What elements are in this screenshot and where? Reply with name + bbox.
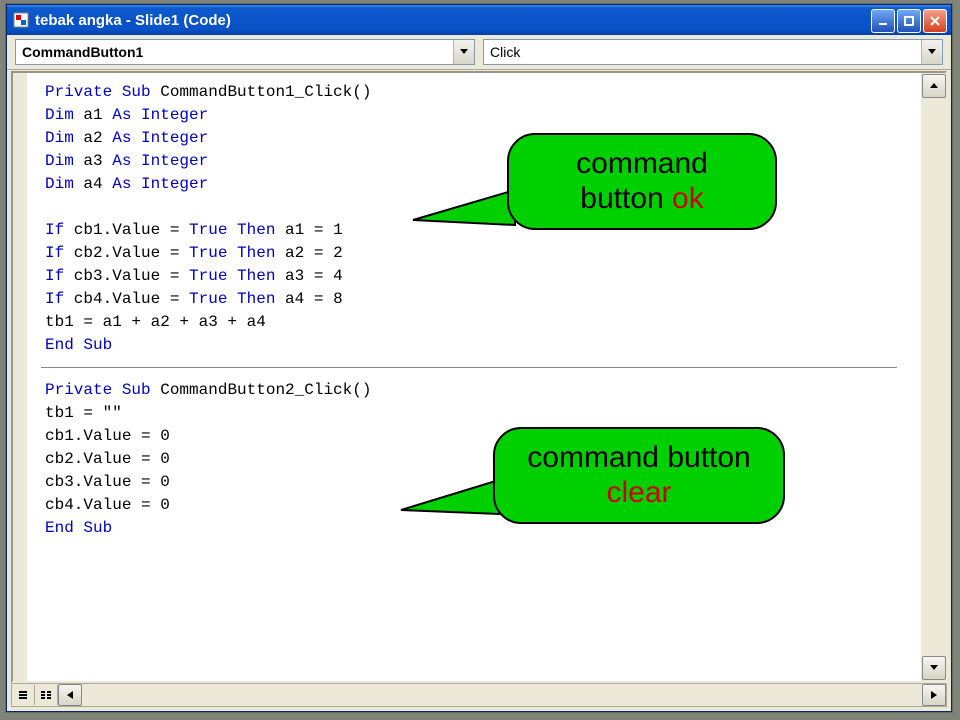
code-line: Dim a2 As Integer (45, 127, 911, 150)
chevron-down-icon[interactable] (921, 40, 942, 64)
code-line: End Sub (45, 334, 911, 357)
code-area-wrap: Private Sub CommandButton1_Click() Dim a… (11, 71, 947, 683)
minimize-button[interactable] (871, 9, 895, 33)
code-line: If cb4.Value = True Then a4 = 8 (45, 288, 911, 311)
code-line: Dim a1 As Integer (45, 104, 911, 127)
object-dropdown[interactable]: CommandButton1 (15, 39, 475, 65)
code-line: tb1 = a1 + a2 + a3 + a4 (45, 311, 911, 334)
window-title: tebak angka - Slide1 (Code) (35, 12, 231, 29)
code-line (45, 196, 911, 219)
bottom-bar (11, 683, 947, 707)
scroll-left-button[interactable] (58, 684, 82, 706)
callout-text: command button (527, 441, 750, 474)
vb-editor-window: tebak angka - Slide1 (Code) CommandButto… (6, 4, 952, 712)
close-button[interactable] (923, 9, 947, 33)
code-line: If cb3.Value = True Then a3 = 4 (45, 265, 911, 288)
full-module-view-button[interactable] (35, 685, 58, 705)
callout-clear: command button clear (493, 427, 785, 524)
titlebar[interactable]: tebak angka - Slide1 (Code) (7, 5, 951, 35)
code-line: Private Sub CommandButton1_Click() (45, 81, 911, 104)
callout-ok: command button ok (507, 133, 777, 230)
code-line: Dim a3 As Integer (45, 150, 911, 173)
code-line: tb1 = "" (45, 402, 371, 425)
code-line: End Sub (45, 517, 371, 540)
code-line: Dim a4 As Integer (45, 173, 911, 196)
code-line: cb1.Value = 0 (45, 425, 371, 448)
code-line: cb2.Value = 0 (45, 448, 371, 471)
scroll-down-button[interactable] (922, 656, 946, 680)
callout-highlight: ok (672, 182, 704, 215)
code-line: cb3.Value = 0 (45, 471, 371, 494)
code-line: If cb2.Value = True Then a2 = 2 (45, 242, 911, 265)
chevron-down-icon[interactable] (453, 40, 474, 64)
scroll-up-button[interactable] (922, 74, 946, 98)
code-line: cb4.Value = 0 (45, 494, 371, 517)
code-editor[interactable]: Private Sub CommandButton1_Click() Dim a… (27, 73, 921, 681)
object-dropdown-value: CommandButton1 (16, 40, 453, 64)
horizontal-scrollbar[interactable] (82, 685, 922, 705)
margin-indicator-bar (13, 73, 28, 681)
vertical-scrollbar[interactable] (920, 73, 945, 681)
code-line: Private Sub CommandButton2_Click() (45, 379, 371, 402)
procedure-view-button[interactable] (12, 685, 35, 705)
callout-highlight: clear (606, 476, 671, 509)
procedure-separator (41, 367, 897, 368)
event-dropdown[interactable]: Click (483, 39, 943, 65)
dropdown-bar: CommandButton1 Click (7, 35, 951, 70)
maximize-button[interactable] (897, 9, 921, 33)
scroll-right-button[interactable] (922, 684, 946, 706)
app-icon (13, 12, 29, 28)
event-dropdown-value: Click (484, 40, 921, 64)
code-line: If cb1.Value = True Then a1 = 1 (45, 219, 911, 242)
